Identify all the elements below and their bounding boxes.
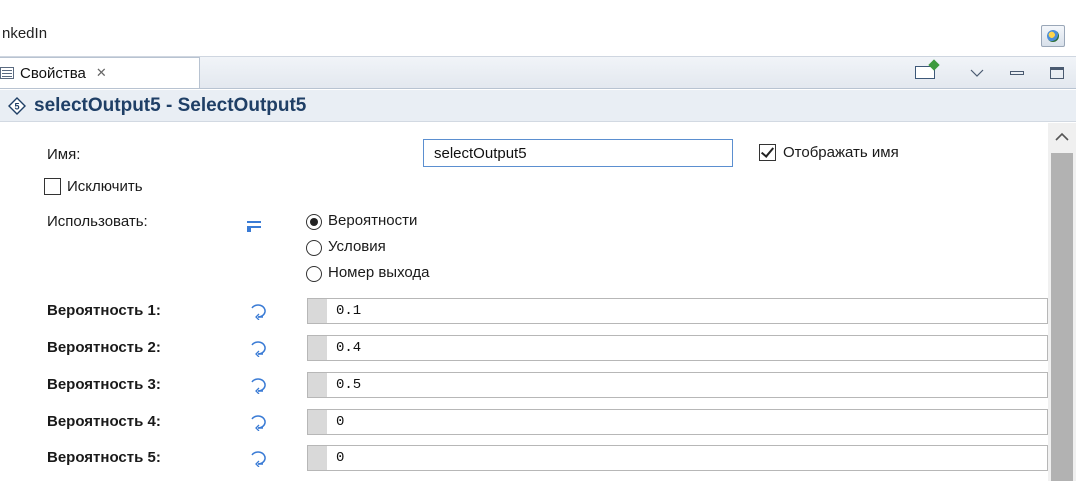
minimize-button[interactable]	[1004, 63, 1030, 83]
perspective-icon	[1047, 30, 1059, 42]
probability-1-value: 0.1	[336, 303, 362, 319]
probability-5-label: Вероятность 5:	[47, 449, 161, 466]
maximize-button[interactable]	[1044, 63, 1070, 83]
window-title: nkedIn	[2, 25, 48, 42]
probability-4-label: Вероятность 4:	[47, 413, 161, 430]
tab-properties[interactable]: Свойства ✕	[0, 57, 200, 88]
probability-4-value: 0	[336, 414, 345, 430]
probability-row-2: Вероятность 2: 0.4	[0, 335, 1048, 361]
show-name-checkbox[interactable]	[759, 144, 776, 161]
static-value-icon[interactable]	[247, 218, 265, 232]
minimize-icon	[1010, 70, 1024, 75]
view-menu-button[interactable]	[964, 63, 990, 83]
scroll-thumb[interactable]	[1051, 153, 1073, 481]
exclude-checkbox[interactable]	[44, 178, 61, 195]
top-bar: nkedIn	[0, 0, 1076, 57]
radio-conditions[interactable]	[306, 240, 322, 256]
probability-row-1: Вероятность 1: 0.1	[0, 298, 1048, 324]
probability-row-5: Вероятность 5: 0	[0, 445, 1048, 471]
name-input[interactable]	[423, 139, 733, 167]
close-icon[interactable]: ✕	[96, 65, 107, 81]
pin-view-button[interactable]	[912, 63, 938, 83]
radio-conditions-label: Условия	[328, 238, 386, 255]
probability-2-value: 0.4	[336, 340, 362, 356]
probability-3-input[interactable]: 0.5	[307, 372, 1048, 398]
pin-icon	[915, 66, 935, 79]
selectoutput-icon: 5	[8, 96, 26, 115]
name-label: Имя:	[47, 146, 81, 163]
radio-exit-number-label: Номер выхода	[328, 264, 430, 281]
dynamic-value-icon[interactable]	[248, 302, 270, 320]
probability-row-3: Вероятность 3: 0.5	[0, 372, 1048, 398]
probability-1-label: Вероятность 1:	[47, 302, 161, 319]
tab-bar: Свойства ✕	[0, 57, 1076, 89]
exclude-label: Исключить	[67, 178, 143, 195]
properties-icon	[0, 67, 14, 79]
radio-probabilities[interactable]	[306, 214, 322, 230]
dynamic-value-icon[interactable]	[248, 339, 270, 357]
dynamic-value-icon[interactable]	[248, 376, 270, 394]
properties-header: 5 selectOutput5 - SelectOutput5	[0, 90, 1076, 122]
field-gutter	[308, 373, 327, 397]
probability-5-input[interactable]: 0	[307, 445, 1048, 471]
probability-3-value: 0.5	[336, 377, 362, 393]
vertical-scrollbar[interactable]	[1048, 123, 1076, 481]
probability-1-input[interactable]: 0.1	[307, 298, 1048, 324]
chevron-down-icon	[970, 69, 984, 77]
dynamic-value-icon[interactable]	[248, 413, 270, 431]
use-label: Использовать:	[47, 213, 148, 230]
probability-row-4: Вероятность 4: 0	[0, 409, 1048, 435]
scroll-up-icon[interactable]	[1055, 132, 1069, 142]
field-gutter	[308, 336, 327, 360]
maximize-icon	[1050, 66, 1064, 79]
probability-2-input[interactable]: 0.4	[307, 335, 1048, 361]
view-toolbar	[898, 57, 1076, 88]
radio-probabilities-label: Вероятности	[328, 212, 418, 229]
tab-properties-label: Свойства	[20, 64, 86, 82]
radio-exit-number[interactable]	[306, 266, 322, 282]
show-name-label: Отображать имя	[783, 144, 899, 161]
probability-5-value: 0	[336, 450, 345, 466]
field-gutter	[308, 446, 327, 470]
page-title: selectOutput5 - SelectOutput5	[34, 94, 307, 116]
dynamic-value-icon[interactable]	[248, 449, 270, 467]
svg-text:5: 5	[14, 101, 19, 111]
probability-2-label: Вероятность 2:	[47, 339, 161, 356]
perspective-button[interactable]	[1041, 25, 1065, 47]
probability-4-input[interactable]: 0	[307, 409, 1048, 435]
field-gutter	[308, 299, 327, 323]
field-gutter	[308, 410, 327, 434]
properties-content: Имя: Отображать имя Исключить Использова…	[0, 123, 1048, 481]
probability-3-label: Вероятность 3:	[47, 376, 161, 393]
